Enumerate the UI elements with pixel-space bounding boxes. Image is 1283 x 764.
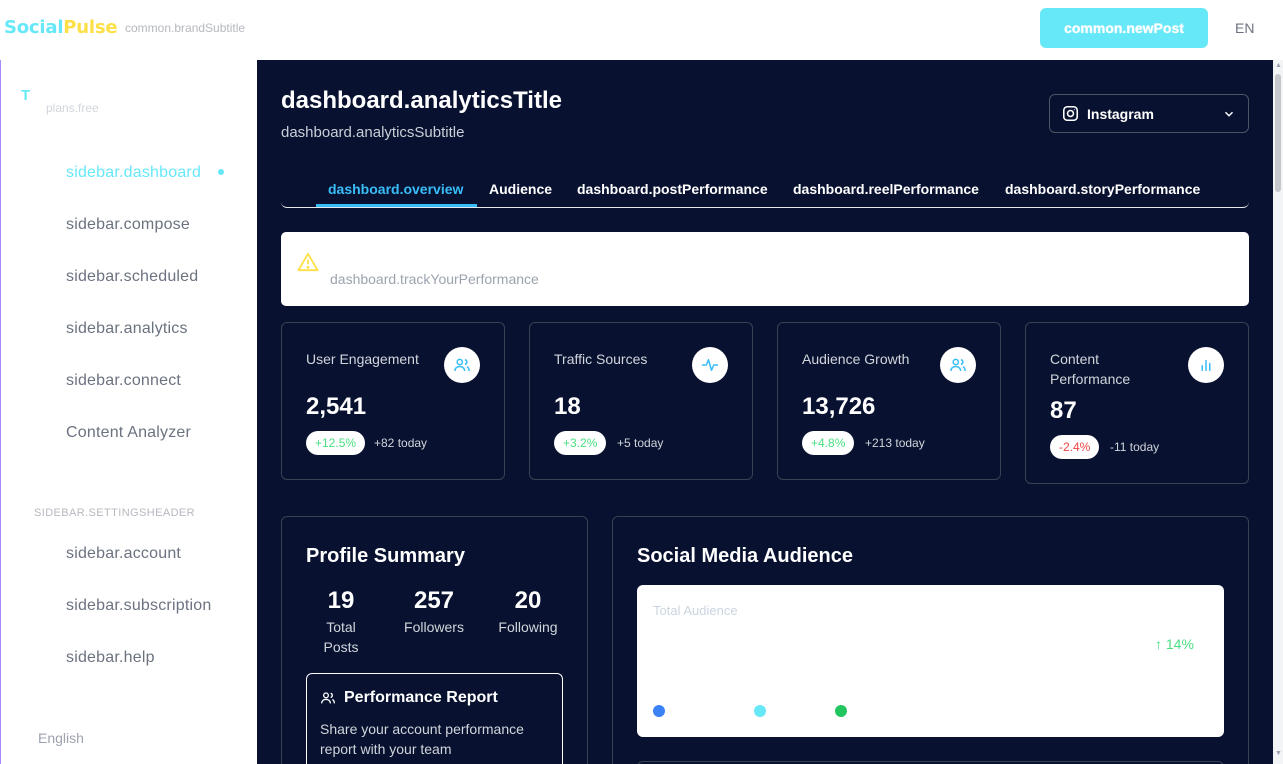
alert-text: dashboard.trackYourPerformance <box>330 271 539 287</box>
sidebar: T plans.free sidebar.dashboard sidebar.c… <box>0 60 257 764</box>
brand-subtitle: common.brandSubtitle <box>125 21 246 35</box>
stat-card-audience-growth: Audience Growth 13,726 +4.8% +213 today <box>777 322 1001 480</box>
new-post-button[interactable]: common.newPost <box>1040 8 1208 48</box>
language-switcher[interactable]: EN <box>1235 20 1254 36</box>
active-tab-indicator <box>316 204 477 207</box>
stat-change-badge: +12.5% <box>306 431 366 455</box>
tab-story-performance[interactable]: dashboard.storyPerformance <box>1005 181 1200 197</box>
stat-label: Audience Growth <box>802 351 910 367</box>
social-audience-title: Social Media Audience <box>637 545 853 567</box>
sidebar-item-content-analyzer[interactable]: Content Analyzer <box>66 424 191 442</box>
stat-change-badge: +4.8% <box>802 431 855 455</box>
metric-value: 20 <box>514 587 542 614</box>
users-icon <box>444 347 480 383</box>
scroll-down-arrow-icon[interactable]: ▼ <box>1275 750 1282 757</box>
profile-summary-title: Profile Summary <box>306 545 465 567</box>
main-content: dashboard.analyticsTitle dashboard.analy… <box>257 60 1273 764</box>
active-indicator-dot <box>218 169 224 175</box>
performance-report-title: Performance Report <box>344 689 498 706</box>
total-audience-label: Total Audience <box>653 603 738 618</box>
legend-dot-cyan <box>754 705 766 717</box>
sidebar-item-dashboard[interactable]: sidebar.dashboard <box>66 164 201 182</box>
users-icon <box>940 347 976 383</box>
users-icon <box>321 692 335 704</box>
stat-today: -11 today <box>1110 440 1160 454</box>
metric-value: 257 <box>413 587 455 614</box>
stat-change-badge: +3.2% <box>554 431 607 455</box>
settings-section-header: SIDEBAR.SETTINGSHEADER <box>34 507 195 519</box>
activity-icon <box>692 347 728 383</box>
stat-value: 2,541 <box>306 393 367 420</box>
legend-dot-blue <box>653 705 665 717</box>
platform-select-value: Instagram <box>1087 105 1154 122</box>
stat-card-content-performance: Content Performance 87 -2.4% -11 today <box>1025 322 1249 484</box>
metric-following: 20 Following <box>483 587 573 637</box>
top-bar: SocialPulse common.brandSubtitle common.… <box>0 0 1283 60</box>
sidebar-item-account[interactable]: sidebar.account <box>66 545 181 563</box>
chevron-down-icon <box>1224 111 1234 117</box>
warning-icon <box>297 252 319 272</box>
legend-dot-green <box>835 705 847 717</box>
performance-report-description: Share your account performance report wi… <box>320 721 524 757</box>
social-audience-card: Social Media Audience Total Audience ↑ 1… <box>612 516 1249 764</box>
tab-reel-performance[interactable]: dashboard.reelPerformance <box>793 181 979 197</box>
stat-value: 87 <box>1050 397 1077 424</box>
metric-total-posts: 19 Total Posts <box>296 587 386 657</box>
stat-card-traffic-sources: Traffic Sources 18 +3.2% +5 today <box>529 322 753 480</box>
stat-value: 18 <box>554 393 581 420</box>
bar-chart-icon <box>1188 347 1224 383</box>
stat-value: 13,726 <box>802 393 876 420</box>
metric-caption: Total Posts <box>323 619 359 655</box>
page-title: dashboard.analyticsTitle <box>281 87 562 114</box>
stat-today: +5 today <box>617 436 664 450</box>
brand-name-part2: Pulse <box>63 17 118 38</box>
sidebar-language-selector[interactable]: English <box>38 730 84 746</box>
sidebar-item-scheduled[interactable]: sidebar.scheduled <box>66 268 198 286</box>
audience-change: ↑ 14% <box>1155 636 1194 652</box>
avatar[interactable]: T <box>21 87 30 104</box>
sidebar-item-compose[interactable]: sidebar.compose <box>66 216 190 234</box>
metric-followers: 257 Followers <box>389 587 479 637</box>
platform-select[interactable]: Instagram <box>1049 94 1249 133</box>
scrollbar-thumb[interactable] <box>1275 74 1281 192</box>
brand-name-part1: Social <box>4 17 64 38</box>
sidebar-item-connect[interactable]: sidebar.connect <box>66 372 181 390</box>
tab-overview[interactable]: dashboard.overview <box>328 181 463 197</box>
sidebar-item-help[interactable]: sidebar.help <box>66 649 155 667</box>
total-audience-panel: Total Audience ↑ 14% <box>637 585 1224 737</box>
sidebar-item-subscription[interactable]: sidebar.subscription <box>66 597 211 615</box>
tab-post-performance[interactable]: dashboard.postPerformance <box>577 181 768 197</box>
instagram-icon <box>1062 105 1079 122</box>
stat-today: +82 today <box>374 436 428 450</box>
sidebar-item-analytics[interactable]: sidebar.analytics <box>66 320 188 338</box>
scroll-up-arrow-icon[interactable]: ▲ <box>1275 62 1282 69</box>
stat-label: User Engagement <box>306 351 419 367</box>
performance-report-header: Performance Report <box>320 689 498 707</box>
info-alert: dashboard.trackYourPerformance <box>281 232 1249 306</box>
plan-label: plans.free <box>46 101 99 115</box>
metric-caption: Followers <box>404 619 464 635</box>
brand-logo[interactable]: SocialPulse <box>4 17 118 38</box>
stat-change-badge: -2.4% <box>1050 435 1100 459</box>
tab-bar: dashboard.overview Audience dashboard.po… <box>281 172 1249 208</box>
stat-card-user-engagement: User Engagement 2,541 +12.5% +82 today <box>281 322 505 480</box>
stat-today: +213 today <box>865 436 925 450</box>
main-scrollbar[interactable]: ▲ ▼ <box>1273 60 1283 764</box>
stat-label: Content Performance <box>1050 351 1131 387</box>
metric-caption: Following <box>498 619 558 635</box>
metric-value: 19 <box>327 587 355 614</box>
profile-summary-card: Profile Summary 19 Total Posts 257 Follo… <box>281 516 588 764</box>
page-subtitle: dashboard.analyticsSubtitle <box>281 124 465 141</box>
stat-label: Traffic Sources <box>554 351 648 367</box>
performance-report-box[interactable]: Performance Report Share your account pe… <box>306 673 563 764</box>
tab-audience[interactable]: Audience <box>489 181 552 197</box>
